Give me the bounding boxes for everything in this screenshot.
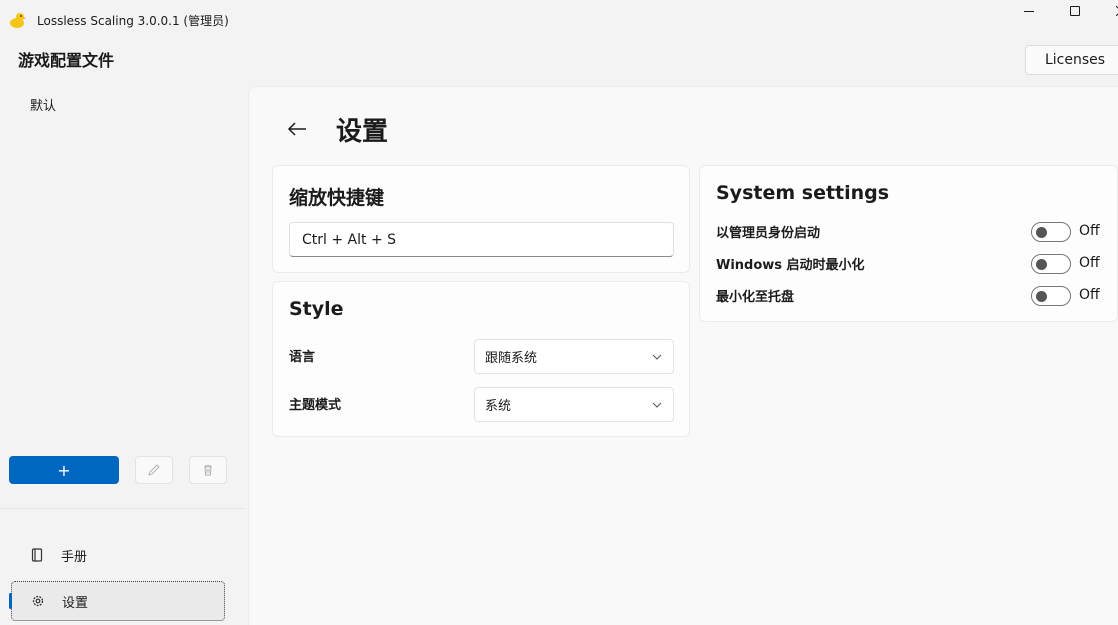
toggle-knob bbox=[1036, 227, 1047, 238]
toggle-knob bbox=[1036, 291, 1047, 302]
minimize-to-tray-state: Off bbox=[1079, 287, 1100, 303]
maximize-button[interactable] bbox=[1052, 0, 1098, 30]
duck-app-icon bbox=[8, 11, 26, 29]
licenses-button[interactable]: Licenses bbox=[1025, 45, 1118, 75]
arrow-left-icon bbox=[287, 122, 306, 136]
hotkey-input[interactable]: Ctrl + Alt + S bbox=[289, 222, 674, 257]
theme-value: 系统 bbox=[485, 399, 512, 414]
minimize-to-tray-label: 最小化至托盘 bbox=[716, 290, 795, 305]
minimize-to-tray-toggle[interactable] bbox=[1031, 286, 1071, 306]
toggle-knob bbox=[1036, 259, 1047, 270]
delete-profile-button[interactable] bbox=[189, 456, 227, 484]
gear-icon bbox=[30, 594, 46, 608]
add-icon: + bbox=[57, 460, 71, 480]
run-as-admin-state: Off bbox=[1079, 223, 1100, 239]
page-title: 设置 bbox=[336, 117, 389, 147]
title-bar: Lossless Scaling 3.0.0.1 (管理员) bbox=[0, 0, 1118, 40]
run-as-admin-label: 以管理员身份启动 bbox=[716, 226, 821, 241]
minimize-icon bbox=[1024, 10, 1034, 12]
trash-icon bbox=[204, 465, 212, 476]
language-value: 跟随系统 bbox=[485, 351, 538, 366]
nav-item-manual[interactable]: 手册 bbox=[11, 535, 225, 575]
book-icon bbox=[29, 548, 45, 562]
start-minimized-label: Windows 启动时最小化 bbox=[716, 258, 865, 273]
minimize-button[interactable] bbox=[1006, 0, 1052, 30]
nav-item-label: 设置 bbox=[62, 595, 89, 611]
nav-item-label: 手册 bbox=[61, 549, 88, 565]
theme-label: 主题模式 bbox=[289, 398, 342, 413]
close-button[interactable] bbox=[1098, 0, 1118, 30]
start-minimized-toggle[interactable] bbox=[1031, 254, 1071, 274]
theme-select[interactable]: 系统 bbox=[474, 387, 674, 422]
language-label: 语言 bbox=[289, 350, 316, 365]
add-profile-button[interactable]: + bbox=[9, 456, 119, 484]
hotkey-value: Ctrl + Alt + S bbox=[302, 231, 397, 248]
window-title: Lossless Scaling 3.0.0.1 (管理员) bbox=[37, 14, 229, 28]
system-settings-title: System settings bbox=[716, 182, 890, 204]
chevron-down-icon bbox=[652, 354, 662, 360]
nav-item-settings[interactable]: 设置 bbox=[11, 581, 225, 621]
profiles-title: 游戏配置文件 bbox=[18, 51, 115, 70]
maximize-icon bbox=[1070, 6, 1080, 16]
run-as-admin-toggle[interactable] bbox=[1031, 222, 1071, 242]
pencil-icon bbox=[148, 464, 160, 476]
back-button[interactable] bbox=[284, 116, 310, 142]
edit-profile-button[interactable] bbox=[135, 456, 173, 484]
sidebar-divider bbox=[0, 508, 244, 509]
selected-indicator bbox=[9, 593, 12, 609]
hotkey-card-title: 缩放快捷键 bbox=[289, 187, 385, 209]
chevron-down-icon bbox=[652, 402, 662, 408]
profile-item-default[interactable]: 默认 bbox=[30, 95, 56, 114]
style-card-title: Style bbox=[289, 298, 344, 320]
start-minimized-state: Off bbox=[1079, 255, 1100, 271]
language-select[interactable]: 跟随系统 bbox=[474, 339, 674, 374]
